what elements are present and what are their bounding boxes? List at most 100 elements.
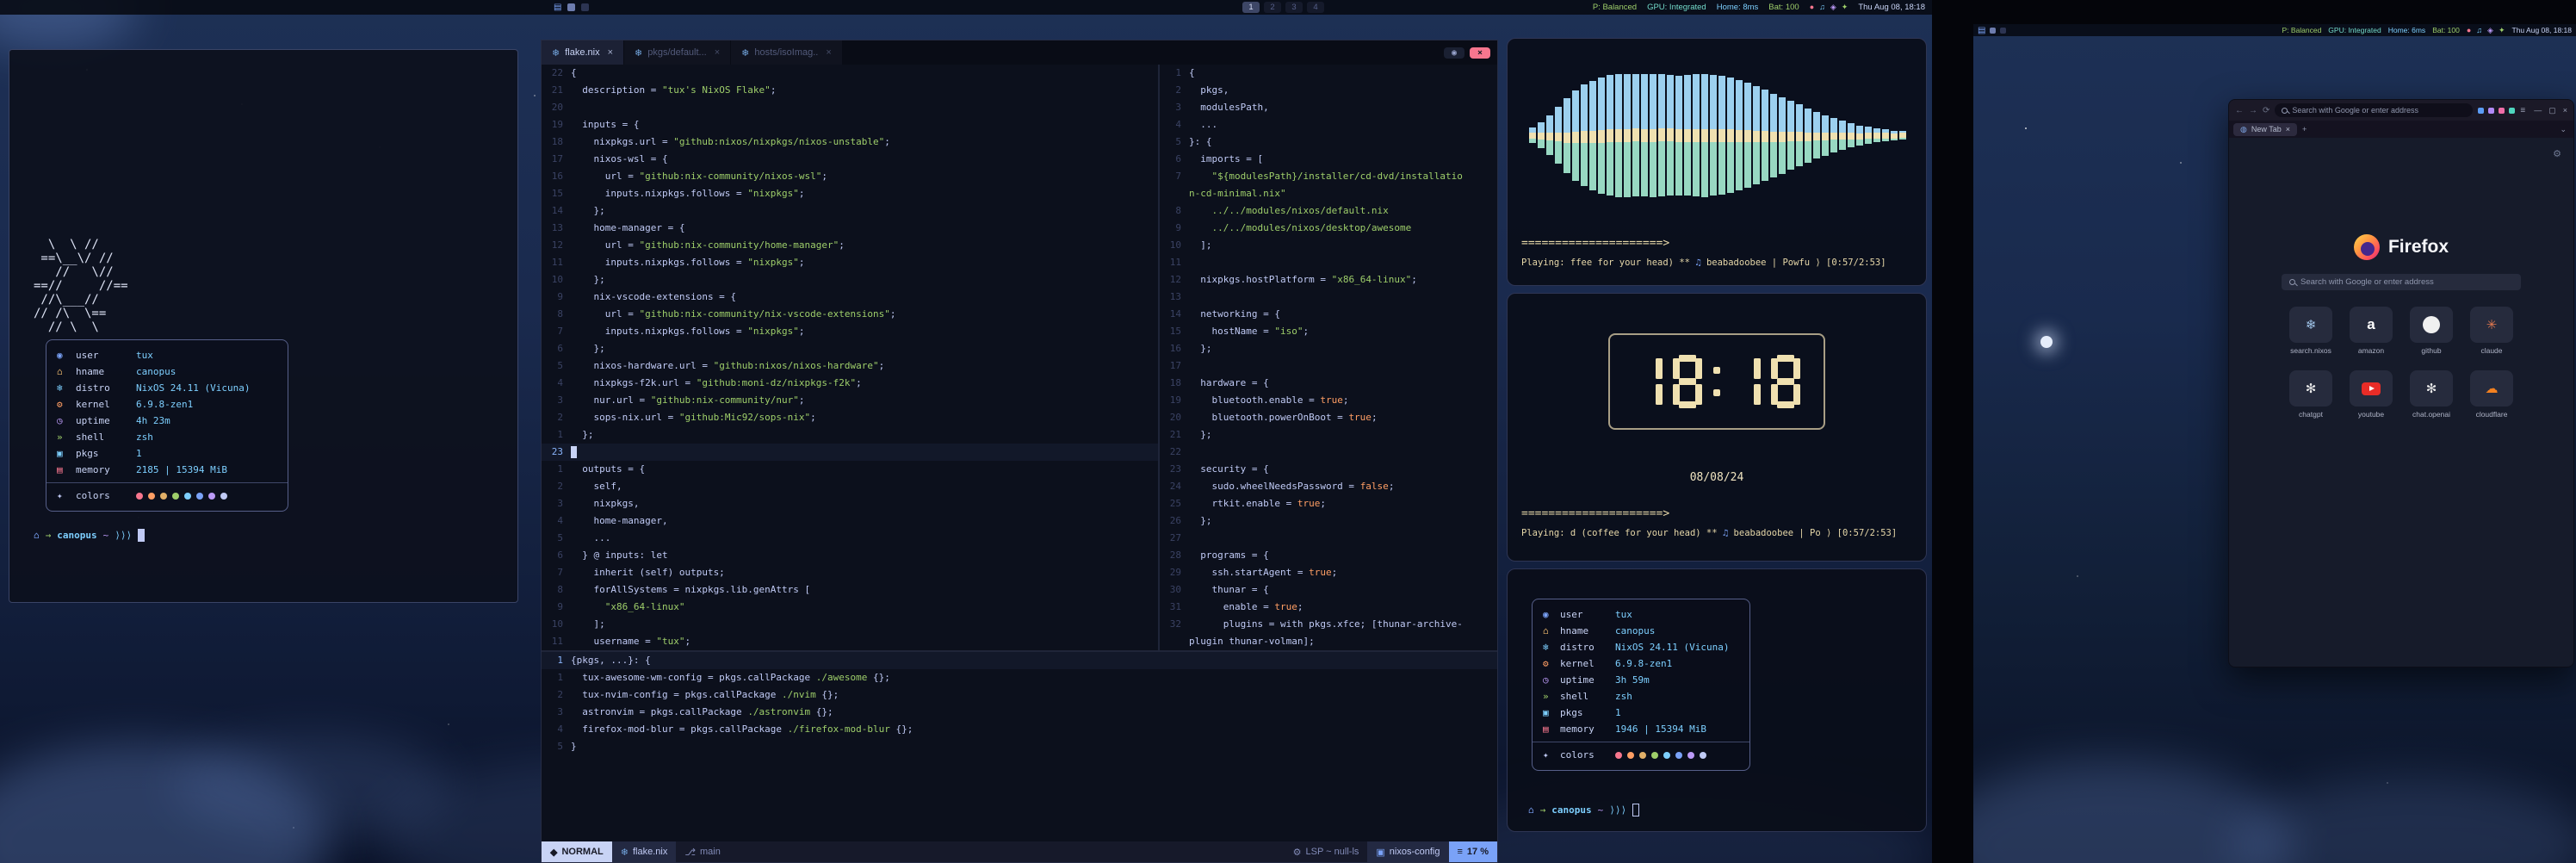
eye-toggle-button[interactable]: ◉: [1444, 47, 1464, 59]
code-line[interactable]: 15 inputs.nixpkgs.follows = "nixpkgs";: [542, 185, 1158, 202]
code-line[interactable]: 32 plugins = with pkgs.xfce; [thunar-arc…: [1160, 616, 1497, 633]
tray-icon[interactable]: ♫: [1819, 3, 1825, 12]
tray-icon[interactable]: ✦: [2499, 26, 2505, 35]
code-line[interactable]: 13 home-manager = {: [542, 220, 1158, 237]
tile-cloudflare[interactable]: ☁cloudflare: [2465, 370, 2518, 419]
workspace-button-4[interactable]: 4: [1307, 2, 1324, 13]
code-line[interactable]: 23: [542, 444, 1158, 461]
tab-new-tab[interactable]: ◍ New Tab ×: [2233, 123, 2297, 136]
code-line[interactable]: 2 pkgs,: [1160, 82, 1497, 99]
forward-button[interactable]: →: [2249, 106, 2257, 115]
tile-github[interactable]: github: [2405, 307, 2458, 355]
shell-prompt[interactable]: ⌂ → canopus ~ ⟩⟩⟩: [34, 529, 145, 542]
minimize-button[interactable]: —: [2534, 106, 2542, 115]
code-line[interactable]: 4 ...: [1160, 116, 1497, 133]
workspace-button-3[interactable]: 3: [1285, 2, 1303, 13]
split-iso-config[interactable]: 1{2 pkgs,3 modulesPath,4 ...5}: {6 impor…: [1160, 65, 1497, 650]
tile-chat-openai[interactable]: ✻chat.openai: [2405, 370, 2458, 419]
code-line[interactable]: 28 programs = {: [1160, 547, 1497, 564]
code-line[interactable]: 26 };: [1160, 512, 1497, 530]
tray-icon[interactable]: ●: [1810, 3, 1814, 12]
code-line[interactable]: 22: [1160, 444, 1497, 461]
code-line[interactable]: 16 url = "github:nix-community/nixos-wsl…: [542, 168, 1158, 185]
window-close-button[interactable]: ×: [1470, 47, 1490, 59]
newtab-settings-gear-icon[interactable]: ⚙: [2553, 148, 2561, 159]
tile-claude[interactable]: ✳claude: [2465, 307, 2518, 355]
code-line[interactable]: 27: [1160, 530, 1497, 547]
tray-icon[interactable]: ◈: [2487, 26, 2493, 35]
code-line[interactable]: 3 modulesPath,: [1160, 99, 1497, 116]
back-button[interactable]: ←: [2235, 106, 2244, 115]
code-line[interactable]: 12 url = "github:nix-community/home-mana…: [542, 237, 1158, 254]
code-line[interactable]: 9 ../../modules/nixos/desktop/awesome: [1160, 220, 1497, 237]
code-line[interactable]: 22{: [542, 65, 1158, 82]
code-line[interactable]: 2 self,: [542, 478, 1158, 495]
code-line[interactable]: 21 };: [1160, 426, 1497, 444]
tab-close-icon[interactable]: ×: [608, 47, 613, 58]
code-line[interactable]: 20 bluetooth.powerOnBoot = true;: [1160, 409, 1497, 426]
launcher-icon[interactable]: ▤: [1978, 26, 1985, 35]
split-pkgs-default[interactable]: 1{pkgs, ...}: {1 tux-awesome-wm-config =…: [542, 652, 1497, 755]
code-line[interactable]: 11 username = "tux";: [542, 633, 1158, 650]
tray-icon[interactable]: ◈: [1830, 3, 1836, 12]
code-line[interactable]: 7 "${modulesPath}/installer/cd-dvd/insta…: [1160, 168, 1497, 185]
tag-indicator-active[interactable]: [1990, 28, 1996, 34]
code-line[interactable]: 13: [1160, 289, 1497, 306]
code-line[interactable]: 3 nixpkgs,: [542, 495, 1158, 512]
tag-indicator[interactable]: [581, 3, 589, 11]
code-line[interactable]: 1 };: [542, 426, 1158, 444]
code-line[interactable]: 3 astronvim = pkgs.callPackage ./astronv…: [542, 704, 1497, 721]
code-line[interactable]: 18 hardware = {: [1160, 375, 1497, 392]
extension-icon[interactable]: [2509, 108, 2515, 114]
code-line[interactable]: 6 };: [542, 340, 1158, 357]
workspace-button-2[interactable]: 2: [1264, 2, 1281, 13]
code-line[interactable]: 20: [542, 99, 1158, 116]
terminal-window[interactable]: \ \ // ==\__\/ // // \// ==// //== //\__…: [9, 49, 518, 603]
code-line[interactable]: 7 inherit (self) outputs;: [542, 564, 1158, 581]
code-line[interactable]: 31 enable = true;: [1160, 599, 1497, 616]
code-line[interactable]: 10 ];: [1160, 237, 1497, 254]
code-line[interactable]: plugin thunar-volman];: [1160, 633, 1497, 650]
code-line[interactable]: 15 hostName = "iso";: [1160, 323, 1497, 340]
tab-close-icon[interactable]: ×: [826, 47, 831, 58]
code-line[interactable]: 10 };: [542, 271, 1158, 289]
code-line[interactable]: 11 inputs.nixpkgs.follows = "nixpkgs";: [542, 254, 1158, 271]
editor-window[interactable]: ❄flake.nix×❄pkgs/default...×❄hosts/isoIm…: [541, 40, 1498, 863]
tag-indicator-active[interactable]: [567, 3, 575, 11]
close-button[interactable]: ×: [2563, 106, 2567, 115]
code-line[interactable]: 4 firefox-mod-blur = pkgs.callPackage ./…: [542, 721, 1497, 738]
code-line[interactable]: 10 ];: [542, 616, 1158, 633]
tab-close-icon[interactable]: ×: [2286, 125, 2290, 133]
code-line[interactable]: 1 outputs = {: [542, 461, 1158, 478]
code-line[interactable]: 19 inputs = {: [542, 116, 1158, 133]
code-line[interactable]: 18 nixpkgs.url = "github:nixos/nixpkgs/n…: [542, 133, 1158, 151]
editor-tab-pkgs-default-[interactable]: ❄pkgs/default...×: [624, 40, 731, 65]
code-line[interactable]: 8 ../../modules/nixos/default.nix: [1160, 202, 1497, 220]
tab-close-icon[interactable]: ×: [715, 47, 720, 58]
shell-prompt[interactable]: ⌂ → canopus ~ ⟩⟩⟩: [1528, 804, 1639, 816]
launcher-icon[interactable]: ▤: [554, 3, 561, 12]
editor-tab-hosts-isoImag-[interactable]: ❄hosts/isoImag..×: [731, 40, 843, 65]
code-line[interactable]: 11: [1160, 254, 1497, 271]
editor-tab-flake-nix[interactable]: ❄flake.nix×: [542, 40, 624, 65]
code-line[interactable]: 5 nixos-hardware.url = "github:nixos/nix…: [542, 357, 1158, 375]
code-line[interactable]: 12 nixpkgs.hostPlatform = "x86_64-linux"…: [1160, 271, 1497, 289]
code-line[interactable]: 24 sudo.wheelNeedsPassword = false;: [1160, 478, 1497, 495]
code-line[interactable]: 5}: {: [1160, 133, 1497, 151]
code-line[interactable]: 17 nixos-wsl = {: [542, 151, 1158, 168]
extension-icon[interactable]: [2499, 108, 2505, 114]
tray-icon[interactable]: ●: [2467, 26, 2471, 35]
menu-button[interactable]: ≡: [2520, 106, 2525, 115]
tile-search-nixos[interactable]: ❄search.nixos: [2284, 307, 2338, 355]
code-line[interactable]: 7 inputs.nixpkgs.follows = "nixpkgs";: [542, 323, 1158, 340]
tab-overflow-chevron-icon[interactable]: ⌄: [2560, 125, 2567, 134]
code-line[interactable]: 8 url = "github:nix-community/nix-vscode…: [542, 306, 1158, 323]
code-line[interactable]: 14 };: [542, 202, 1158, 220]
code-line[interactable]: 1{: [1160, 65, 1497, 82]
code-line[interactable]: 2 sops-nix.url = "github:Mic92/sops-nix"…: [542, 409, 1158, 426]
address-bar[interactable]: Search with Google or enter address: [2275, 103, 2473, 117]
maximize-button[interactable]: ▢: [2548, 106, 2556, 115]
code-line[interactable]: 30 thunar = {: [1160, 581, 1497, 599]
code-line[interactable]: 6 imports = [: [1160, 151, 1497, 168]
refresh-button[interactable]: ⟳: [2263, 106, 2269, 115]
